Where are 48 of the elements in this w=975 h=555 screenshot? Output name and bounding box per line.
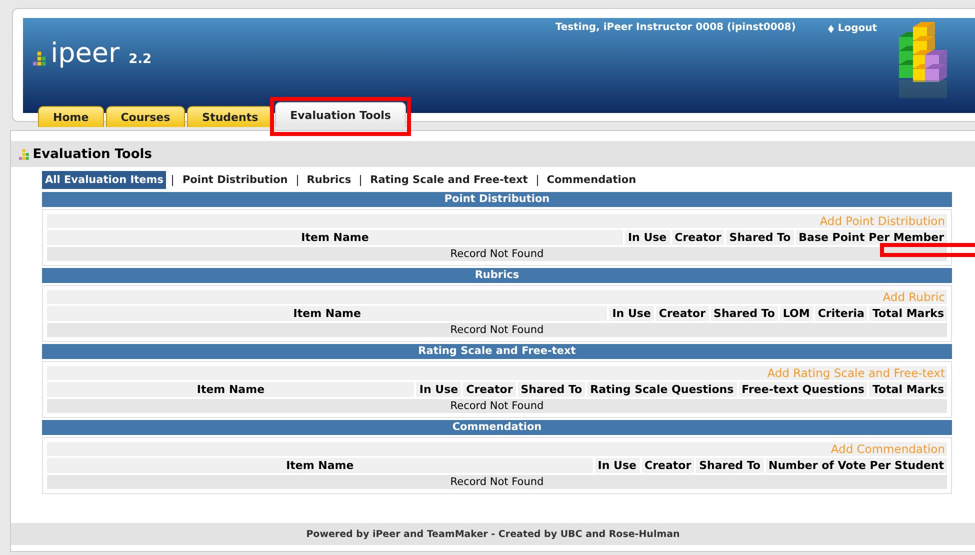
column-header: In Use: [416, 382, 462, 397]
filter-link[interactable]: Rating Scale and Free-text: [367, 171, 531, 189]
logo-text: ipeer: [50, 40, 120, 67]
nav-tab[interactable]: Courses: [106, 106, 186, 127]
column-header: Item Name: [47, 382, 414, 397]
nav-tab[interactable]: Evaluation Tools: [275, 102, 406, 127]
bars-logo-icon: [19, 147, 29, 161]
filter-link[interactable]: All Evaluation Items: [42, 171, 166, 189]
section-header: Commendation: [42, 420, 952, 435]
filter-link[interactable]: Commendation: [544, 171, 640, 189]
version-label: 2.2: [128, 52, 152, 67]
empty-message: Record Not Found: [47, 475, 947, 489]
column-header: Shared To: [518, 382, 586, 397]
filter-link[interactable]: Rubrics: [304, 171, 354, 189]
footer-text: Powered by iPeer and TeamMaker - Created by UBC and Rose-Hulman: [11, 523, 975, 545]
column-header: Shared To: [726, 230, 794, 245]
column-header: Creator: [656, 306, 709, 321]
column-header: Total Marks: [869, 382, 947, 397]
empty-message: Record Not Found: [47, 323, 947, 337]
column-header: In Use: [624, 230, 670, 245]
column-header: Number of Vote Per Student: [766, 458, 947, 473]
panel-title: Evaluation Tools: [32, 146, 152, 162]
empty-message: Record Not Found: [47, 399, 947, 413]
section-header: Rubrics: [42, 268, 952, 283]
user-name: Testing, iPeer Instructor 0008 (ipinst0008): [555, 22, 796, 33]
section-header: Point Distribution: [42, 192, 952, 207]
column-header: In Use: [609, 306, 654, 321]
filter-link[interactable]: Point Distribution: [179, 171, 291, 189]
column-header: Item Name: [47, 306, 608, 321]
section-header: Rating Scale and Free-text: [42, 344, 952, 359]
column-header: Item Name: [47, 230, 623, 245]
column-header: Shared To: [696, 458, 764, 473]
logout-link[interactable]: Logout: [828, 23, 877, 34]
column-header: Creator: [672, 230, 724, 245]
column-header: Creator: [463, 382, 516, 397]
column-header: Item Name: [47, 458, 593, 473]
column-header: Criteria: [814, 306, 868, 321]
nav-tab[interactable]: Home: [38, 106, 104, 127]
column-header: In Use: [594, 458, 640, 473]
empty-message: Record Not Found: [47, 247, 947, 261]
column-header: Rating Scale Questions: [587, 382, 737, 397]
column-header: Shared To: [710, 306, 778, 321]
diamond-icon: [828, 24, 834, 32]
column-header: LOM: [780, 306, 813, 321]
column-header: Total Marks: [869, 306, 947, 321]
column-header: Creator: [642, 458, 694, 473]
column-header: Free-text Questions: [738, 382, 868, 397]
bars-logo-icon: [33, 49, 46, 67]
